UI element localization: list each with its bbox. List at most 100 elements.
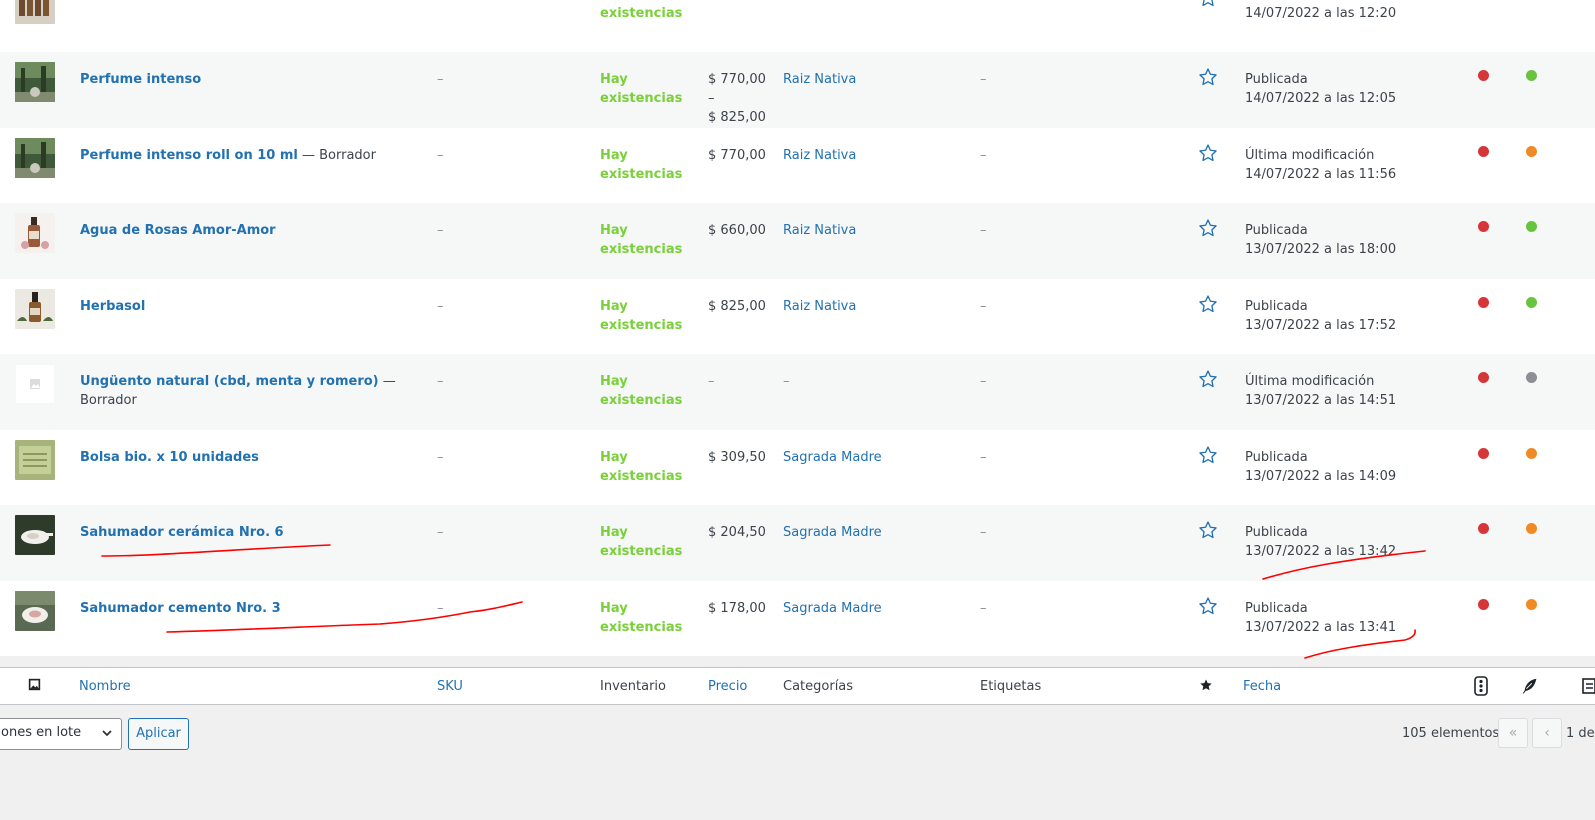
table-row: Sahumador cerámica Nro. 6 – Hay existencias… xyxy=(0,505,1595,581)
product-name-cell: Herbasol xyxy=(80,297,425,316)
price-separator: – xyxy=(708,91,715,106)
product-name-cell: Ungüento natural (cbd, menta y romero) —… xyxy=(80,372,425,410)
column-header-price[interactable]: Precio xyxy=(708,679,747,694)
star-icon[interactable] xyxy=(1198,445,1218,471)
status-dot-readability xyxy=(1526,221,1537,232)
star-icon[interactable] xyxy=(1198,218,1218,244)
date-value: 13/07/2022 a las 13:41 xyxy=(1245,619,1397,635)
product-thumbnail[interactable] xyxy=(15,137,55,178)
product-name-cell: Sahumador cerámica Nro. 6 xyxy=(80,523,425,542)
column-header-categories: Categorías xyxy=(783,679,854,694)
image-column-icon xyxy=(28,678,41,695)
sku-value: – xyxy=(437,449,444,465)
sku-value: – xyxy=(437,147,444,163)
product-name-link[interactable]: Ungüento natural (cbd, menta y romero) xyxy=(80,374,379,389)
status-dot-readability xyxy=(1526,447,1537,459)
tags-value: – xyxy=(980,374,987,389)
column-header-sku[interactable]: SKU xyxy=(437,679,463,694)
product-name-link[interactable]: Sahumador cemento Nro. 3 xyxy=(80,601,281,616)
stock-status-line2: existencias xyxy=(600,166,683,182)
sku-value: – xyxy=(437,72,444,87)
first-page-button[interactable]: « xyxy=(1498,718,1528,748)
stock-status: Hay existencias xyxy=(600,146,683,184)
price-value: $ 204,50 xyxy=(708,525,766,540)
star-icon[interactable] xyxy=(1198,520,1218,546)
product-thumbnail[interactable] xyxy=(15,439,55,480)
category-link[interactable]: Sagrada Madre xyxy=(783,599,882,618)
bulk-actions-label: ones en lote xyxy=(1,725,82,740)
sync-icon xyxy=(1582,677,1595,699)
status-dot-readability xyxy=(1526,598,1537,610)
stock-status: Hay existencias xyxy=(600,523,682,561)
date-value: 13/07/2022 a las 14:51 xyxy=(1245,393,1397,408)
product-name-cell: Agua de Rosas Amor-Amor xyxy=(80,221,425,240)
status-dot-seo xyxy=(1478,372,1489,383)
status-dot-seo xyxy=(1478,523,1489,534)
bulk-actions-select[interactable]: ones en lote xyxy=(0,718,122,750)
product-thumbnail[interactable] xyxy=(15,364,55,404)
prev-page-button[interactable]: ‹ xyxy=(1532,718,1562,748)
product-thumbnail[interactable] xyxy=(15,0,55,24)
date-value: 14/07/2022 a las 11:56 xyxy=(1245,166,1397,182)
category-link[interactable]: Raiz Nativa xyxy=(783,297,856,316)
product-name-link[interactable]: Herbasol xyxy=(80,299,145,314)
table-row: Bolsa bio. x 10 unidades – Hay existencias $… xyxy=(0,429,1595,505)
star-icon[interactable] xyxy=(1198,0,1218,14)
publish-status: Última modificación xyxy=(1245,147,1375,163)
product-thumbnail[interactable] xyxy=(15,62,55,102)
price-value-max: $ 825,00 xyxy=(708,110,766,125)
status-dot-readability xyxy=(1526,70,1537,81)
price-cell: $ 309,50 xyxy=(708,448,778,467)
product-name-link[interactable]: Perfume intenso xyxy=(80,72,201,87)
date-value: 13/07/2022 a las 17:52 xyxy=(1245,317,1397,333)
star-icon[interactable] xyxy=(1198,596,1218,622)
category-link: – xyxy=(783,374,790,389)
product-name-link[interactable]: Bolsa bio. x 10 unidades xyxy=(80,450,259,465)
product-name-cell: Perfume intenso roll on 10 ml — Borrador xyxy=(80,146,425,165)
date-cell: Publicada 13/07/2022 a las 13:41 xyxy=(1245,599,1396,637)
star-icon[interactable] xyxy=(1198,67,1218,93)
table-row: Sahumador cemento Nro. 3 – Hay existencias $… xyxy=(0,580,1595,656)
tags-value: – xyxy=(980,600,987,616)
price-cell: $ 178,00 xyxy=(708,599,778,618)
date-cell: Publicada 13/07/2022 a las 14:09 xyxy=(1245,448,1396,486)
product-name-link[interactable]: Sahumador cerámica Nro. 6 xyxy=(80,525,284,540)
star-icon[interactable] xyxy=(1198,369,1218,395)
status-dot-seo xyxy=(1478,296,1489,308)
category-link[interactable]: Sagrada Madre xyxy=(783,523,882,542)
publish-status: Publicada xyxy=(1245,223,1308,238)
stock-status-line1: Hay xyxy=(600,600,628,616)
date-value: 13/07/2022 a las 14:09 xyxy=(1245,468,1397,484)
star-icon[interactable] xyxy=(1198,143,1218,169)
category-link[interactable]: Sagrada Madre xyxy=(783,448,882,467)
publish-status: Última modificación xyxy=(1245,374,1375,389)
column-header-name[interactable]: Nombre xyxy=(79,679,131,694)
featured-star-icon[interactable] xyxy=(1199,678,1213,696)
product-thumbnail[interactable] xyxy=(15,213,55,253)
category-link[interactable]: Raiz Nativa xyxy=(783,146,856,165)
stock-status-line2: existencias xyxy=(600,619,683,635)
stock-status: Hay existencias xyxy=(600,448,682,486)
star-icon[interactable] xyxy=(1198,294,1218,320)
product-name-link[interactable]: Perfume intenso roll on 10 ml xyxy=(80,148,298,163)
product-thumbnail[interactable] xyxy=(15,288,55,329)
table-footer-header: Nombre SKU Inventario Precio Categorías … xyxy=(0,667,1595,705)
product-thumbnail[interactable] xyxy=(15,590,55,631)
feather-icon xyxy=(1521,677,1539,699)
stock-status-line1: Hay xyxy=(600,147,628,163)
tags-value: – xyxy=(980,72,987,87)
price-cell: $ 660,00 xyxy=(708,221,778,240)
table-row: Perfume intenso roll on 10 ml — Borrador… xyxy=(0,127,1595,203)
category-link[interactable]: Raiz Nativa xyxy=(783,70,856,89)
status-dot-readability xyxy=(1526,523,1537,534)
date-cell: Última modificación 14/07/2022 a las 11:5… xyxy=(1245,146,1396,184)
apply-button[interactable]: Aplicar xyxy=(128,718,189,750)
date-value: 13/07/2022 a las 18:00 xyxy=(1245,242,1397,257)
column-header-date[interactable]: Fecha xyxy=(1243,679,1281,694)
product-thumbnail[interactable] xyxy=(15,515,55,555)
status-dot-seo xyxy=(1478,447,1489,459)
category-link[interactable]: Raiz Nativa xyxy=(783,221,856,240)
date-cell: Publicada 13/07/2022 a las 17:52 xyxy=(1245,297,1396,335)
product-name-link[interactable]: Agua de Rosas Amor-Amor xyxy=(80,223,276,238)
chevron-down-icon xyxy=(101,727,113,743)
